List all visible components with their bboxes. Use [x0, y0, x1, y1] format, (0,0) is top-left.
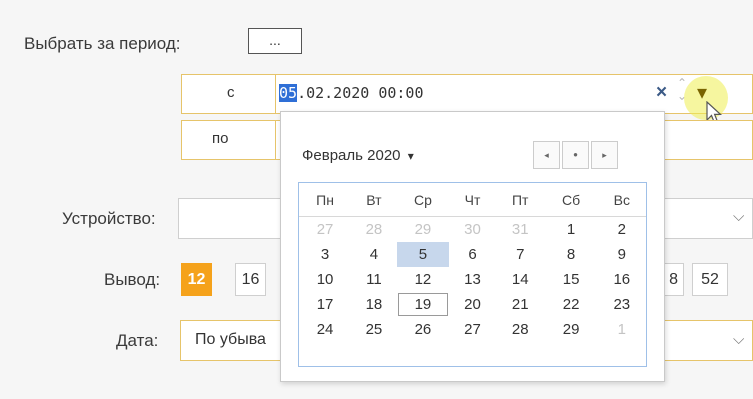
date-label: Дата: [116, 331, 159, 350]
calendar-week-row: 17 18 19 20 21 22 23 [299, 292, 646, 317]
calendar-day[interactable]: 6 [449, 242, 496, 267]
calendar-week-row: 10 11 12 13 14 15 16 [299, 267, 646, 292]
today-button[interactable]: ● [562, 141, 589, 169]
calendar-day[interactable]: 10 [299, 267, 351, 292]
month-caret-icon: ▾ [407, 149, 414, 163]
calendar-day[interactable]: 27 [299, 217, 351, 243]
weekday-header: Сб [544, 183, 598, 217]
calendar-day[interactable]: 23 [598, 292, 646, 317]
weekday-header: Вс [597, 183, 646, 217]
weekday-header: Пн [299, 183, 352, 217]
from-label: с [227, 84, 235, 101]
output-option-52[interactable]: 52 [692, 263, 728, 296]
calendar-day-selected[interactable]: 5 [396, 242, 450, 267]
output-label: Вывод: [104, 270, 161, 289]
period-label: Выбрать за период: [24, 34, 181, 53]
to-divider [275, 120, 276, 160]
calendar-day[interactable]: 13 [449, 267, 496, 292]
weekday-header: Вт [351, 183, 397, 217]
to-label: по [212, 130, 229, 147]
date-sort-value: По убыва [195, 331, 266, 348]
prev-month-button[interactable]: ◂ [533, 141, 560, 169]
calendar-day[interactable]: 9 [598, 242, 646, 267]
from-datetime-input[interactable]: 05.02.2020 00:00 [279, 84, 424, 102]
calendar-day[interactable]: 21 [496, 292, 545, 317]
calendar-day[interactable]: 30 [449, 217, 496, 243]
calendar-day[interactable]: 26 [397, 317, 449, 342]
weekday-header: Пт [495, 183, 545, 217]
output-option-16[interactable]: 16 [235, 263, 266, 296]
weekday-header: Чт [449, 183, 496, 217]
calendar-month-selector[interactable]: Февраль 2020 ▾ [302, 147, 414, 164]
calendar-day[interactable]: 29 [545, 317, 598, 342]
calendar-day[interactable]: 25 [351, 317, 397, 342]
clear-icon[interactable]: × [656, 82, 667, 104]
calendar-day[interactable]: 27 [449, 317, 496, 342]
calendar-day[interactable]: 3 [299, 242, 351, 267]
calendar-day[interactable]: 2 [598, 217, 646, 243]
calendar-day[interactable]: 16 [598, 267, 646, 292]
calendar-day[interactable]: 11 [351, 267, 397, 292]
from-divider [275, 74, 276, 114]
from-day-selection: 05 [279, 84, 298, 102]
calendar-day[interactable]: 4 [351, 242, 397, 267]
device-label: Устройство: [62, 209, 156, 228]
calendar-popup: Февраль 2020 ▾ ◂ ● ▸ Пн Вт Ср Чт Пт Сб В… [280, 111, 665, 382]
calendar-day[interactable]: 17 [299, 292, 351, 317]
next-month-button[interactable]: ▸ [591, 141, 618, 169]
calendar-day[interactable]: 28 [351, 217, 397, 243]
calendar-day[interactable]: 31 [496, 217, 545, 243]
calendar-grid: Пн Вт Ср Чт Пт Сб Вс 27 28 29 30 31 1 2 … [298, 182, 647, 367]
date-chevron-down-icon[interactable]: ⌵ [733, 331, 744, 348]
period-picker-button[interactable]: ... [248, 28, 302, 54]
calendar-day[interactable]: 1 [598, 317, 646, 342]
calendar-week-row: 27 28 29 30 31 1 2 [299, 217, 646, 243]
calendar-day[interactable]: 12 [397, 267, 449, 292]
calendar-day[interactable]: 29 [397, 217, 449, 243]
weekday-header-row: Пн Вт Ср Чт Пт Сб Вс [299, 183, 646, 217]
from-datetime-rest: .02.2020 00:00 [297, 84, 424, 102]
calendar-day-today[interactable]: 19 [397, 292, 449, 317]
calendar-day[interactable]: 18 [351, 292, 397, 317]
output-option-12[interactable]: 12 [181, 263, 212, 296]
weekday-header: Ср [396, 183, 450, 217]
calendar-month-label: Февраль 2020 [302, 147, 401, 164]
calendar-day[interactable]: 22 [545, 292, 598, 317]
device-chevron-down-icon[interactable]: ⌵ [733, 208, 744, 225]
calendar-day[interactable]: 8 [545, 242, 598, 267]
calendar-day[interactable]: 24 [299, 317, 351, 342]
calendar-day[interactable]: 15 [545, 267, 598, 292]
calendar-day[interactable]: 20 [449, 292, 496, 317]
calendar-day[interactable]: 1 [545, 217, 598, 243]
calendar-day[interactable]: 14 [496, 267, 545, 292]
calendar-week-row: 3 4 5 6 7 8 9 [299, 242, 646, 267]
calendar-week-row: 24 25 26 27 28 29 1 [299, 317, 646, 342]
from-field[interactable] [181, 74, 753, 114]
calendar-day[interactable]: 7 [496, 242, 545, 267]
calendar-day[interactable]: 28 [496, 317, 545, 342]
